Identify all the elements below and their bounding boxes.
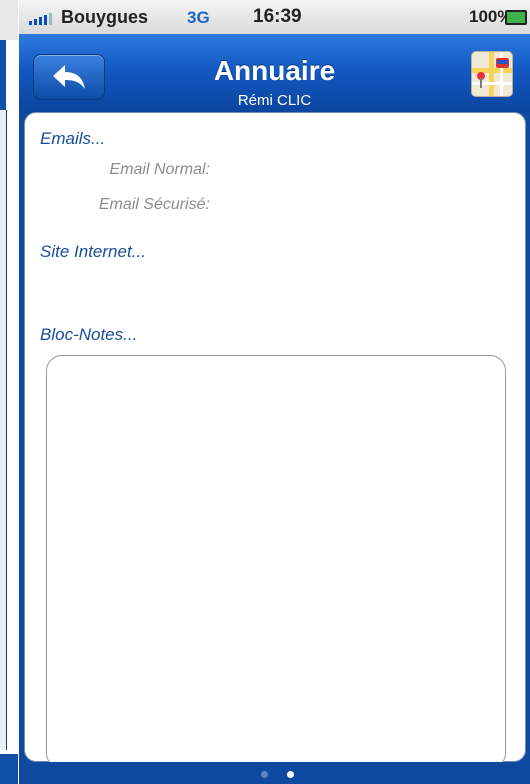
map-button[interactable] xyxy=(471,51,513,97)
notes-heading: Bloc-Notes... xyxy=(40,325,138,344)
email-normal-label: Email Normal: xyxy=(109,161,210,178)
signal-icon xyxy=(29,13,52,25)
website-heading: Site Internet... xyxy=(40,242,146,261)
email-secure-label: Email Sécurisé: xyxy=(98,196,210,213)
network-type: 3G xyxy=(187,8,210,27)
battery-icon xyxy=(505,10,527,25)
emails-heading: Emails... xyxy=(40,129,106,148)
notes-textarea[interactable] xyxy=(46,355,506,769)
app-screen: Bouygues 3G 16:39 100% Annuaire Rémi CLI… xyxy=(19,0,530,784)
contact-detail-card: Emails... Email Normal: Email Sécurisé: … xyxy=(24,112,526,769)
page-title: Annuaire xyxy=(213,55,336,86)
page-control xyxy=(19,762,530,784)
page-dot-1[interactable] xyxy=(261,771,268,778)
page-dot-2-active[interactable] xyxy=(287,771,294,778)
navigation-bar: Annuaire Rémi CLIC xyxy=(19,34,530,112)
previous-page-edge xyxy=(0,0,18,784)
status-bar: Bouygues 3G 16:39 100% xyxy=(19,0,530,34)
map-icon xyxy=(472,52,512,96)
clock: 16:39 xyxy=(253,6,302,27)
carrier-name: Bouygues xyxy=(61,7,149,27)
page-subtitle: Rémi CLIC xyxy=(237,92,312,109)
